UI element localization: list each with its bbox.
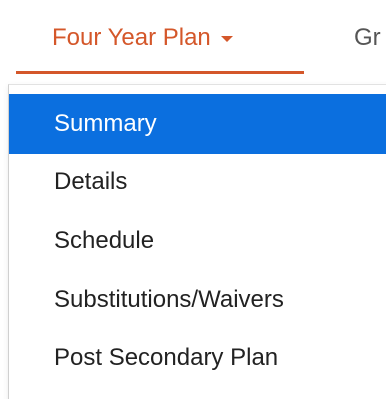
- menu-item-substitutions-waivers[interactable]: Substitutions/Waivers: [9, 270, 386, 330]
- menu-item-label: Post Secondary Plan: [54, 344, 279, 371]
- tab-four-year-plan[interactable]: Four Year Plan: [16, 0, 304, 76]
- tab-next-partial[interactable]: Gr: [354, 0, 381, 76]
- caret-down-icon: [220, 36, 233, 42]
- menu-item-schedule[interactable]: Schedule: [9, 211, 386, 271]
- menu-item-details[interactable]: Details: [9, 152, 386, 212]
- menu-item-label: Substitutions/Waivers: [54, 286, 284, 313]
- tab-four-year-plan-label: Four Year Plan: [52, 24, 211, 51]
- top-navigation: Four Year Plan Gr: [0, 0, 386, 76]
- menu-item-post-secondary-plan[interactable]: Post Secondary Plan: [9, 328, 386, 388]
- four-year-plan-dropdown-menu: Summary Details Schedule Substitutions/W…: [8, 84, 386, 399]
- tab-next-label: Gr: [354, 24, 381, 51]
- menu-item-label: Schedule: [54, 227, 155, 254]
- menu-item-label: Details: [54, 168, 128, 195]
- menu-item-summary[interactable]: Summary: [9, 94, 386, 154]
- four-year-plan-page: Four Year Plan Gr Summary Details Schedu…: [0, 0, 386, 399]
- menu-item-label: Summary: [54, 110, 157, 137]
